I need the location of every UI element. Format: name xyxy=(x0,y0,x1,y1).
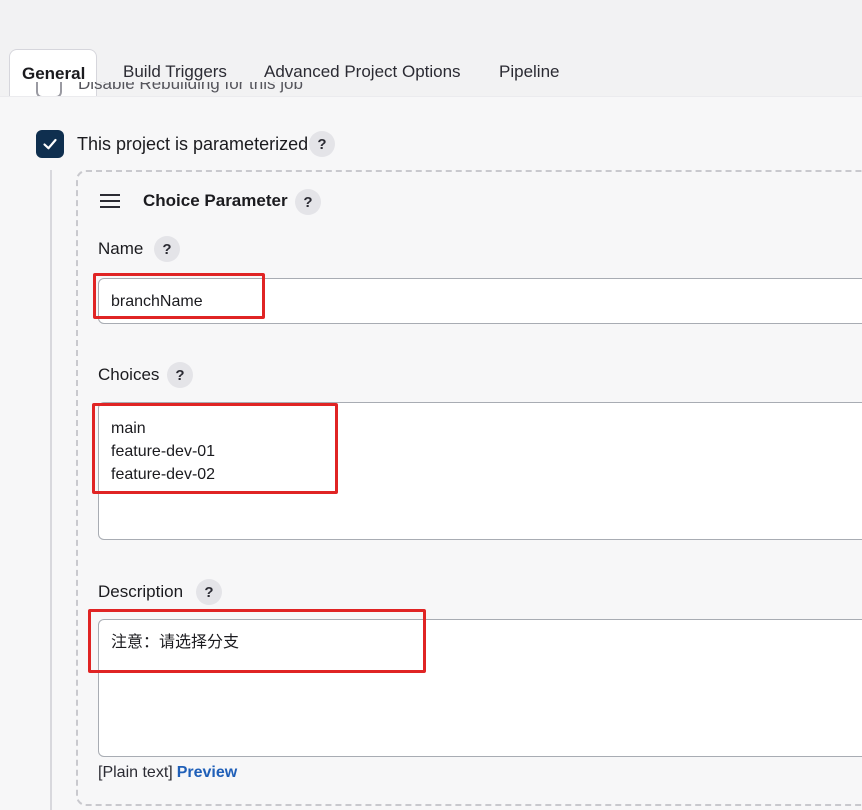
parameterized-help-icon[interactable]: ? xyxy=(309,131,335,157)
description-label: Description xyxy=(98,582,184,601)
parameterized-label: This project is parameterized xyxy=(77,134,309,154)
parameter-title: Choice Parameter xyxy=(143,191,288,210)
tab-pipeline[interactable]: Pipeline xyxy=(499,48,560,96)
choice-line: feature-dev-01 xyxy=(111,443,216,460)
description-help-icon[interactable]: ? xyxy=(196,579,222,605)
content-divider xyxy=(0,96,862,97)
description-textarea[interactable]: 注意：请选择分支 xyxy=(98,619,862,757)
plain-text-label: [Plain text] xyxy=(98,764,173,781)
choices-textarea[interactable]: main feature-dev-01 feature-dev-02 xyxy=(98,402,862,540)
disable-rebuilding-label: Disable Rebuilding for this job xyxy=(78,82,303,93)
nesting-line xyxy=(50,170,52,810)
checkmark-icon xyxy=(43,138,57,150)
parameterized-checkbox[interactable] xyxy=(36,130,64,158)
choices-label: Choices xyxy=(98,365,160,384)
choice-line: feature-dev-02 xyxy=(111,466,216,483)
preview-link[interactable]: Preview xyxy=(177,764,237,781)
disable-rebuilding-checkbox[interactable] xyxy=(36,82,62,96)
choices-help-icon[interactable]: ? xyxy=(167,362,193,388)
name-input[interactable]: branchName xyxy=(98,278,862,324)
name-label: Name xyxy=(98,239,144,258)
description-format-row: [Plain text] Preview xyxy=(98,762,237,784)
parameter-help-icon[interactable]: ? xyxy=(295,189,321,215)
drag-handle-icon[interactable] xyxy=(100,194,120,208)
name-help-icon[interactable]: ? xyxy=(154,236,180,262)
disable-rebuilding-option: Disable Rebuilding for this job xyxy=(36,82,456,96)
choice-line: main xyxy=(111,420,146,437)
